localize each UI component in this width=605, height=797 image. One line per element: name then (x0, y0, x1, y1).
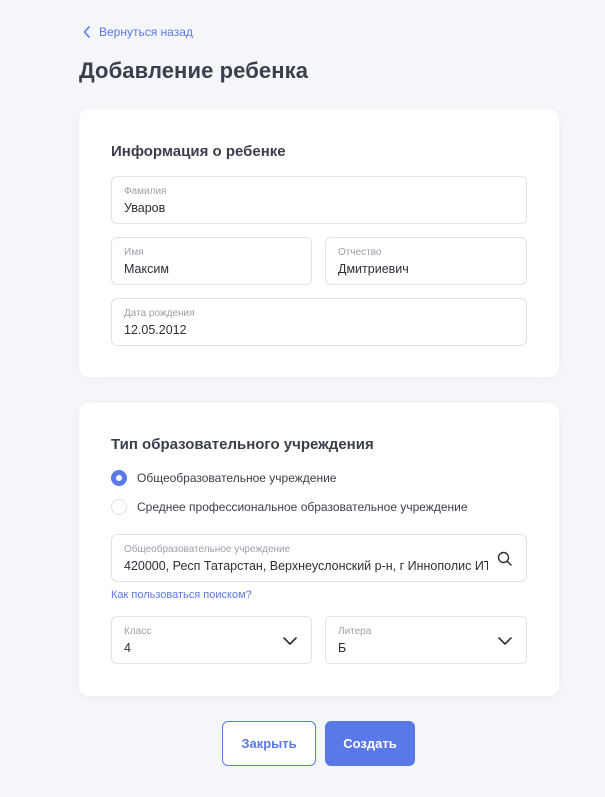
surname-field[interactable]: Фамилия Уваров (111, 176, 527, 224)
name-field[interactable]: Имя Максим (111, 237, 312, 285)
grade-label: Класс (124, 626, 152, 637)
patronymic-field[interactable]: Отчество Дмитриевич (325, 237, 527, 285)
chevron-down-icon (498, 637, 512, 645)
back-link[interactable]: Вернуться назад (83, 25, 193, 39)
patronymic-value: Дмитриевич (338, 262, 409, 276)
birth-date-field[interactable]: Дата рождения 12.05.2012 (111, 298, 527, 346)
grade-select[interactable]: Класс 4 (111, 616, 312, 664)
surname-label: Фамилия (124, 186, 167, 197)
back-link-label: Вернуться назад (99, 25, 193, 39)
radio-vocational-education-label: Среднее профессиональное образовательное… (137, 500, 468, 514)
institution-search-label: Общеобразовательное учреждение (124, 544, 291, 555)
search-help-link[interactable]: Как пользоваться поиском? (111, 589, 252, 601)
letter-select[interactable]: Литера Б (325, 616, 527, 664)
chevron-down-icon (283, 637, 297, 645)
radio-general-education-label: Общеобразовательное учреждение (137, 471, 337, 485)
name-value: Максим (124, 262, 169, 276)
birth-date-value: 12.05.2012 (124, 323, 187, 337)
radio-general-education[interactable]: Общеобразовательное учреждение (111, 470, 336, 486)
chevron-left-icon (83, 26, 90, 38)
page-title: Добавление ребенка (79, 58, 309, 83)
name-label: Имя (124, 247, 144, 258)
grade-value: 4 (124, 641, 131, 655)
radio-selected-icon (111, 470, 127, 486)
surname-value: Уваров (124, 201, 166, 215)
letter-value: Б (338, 641, 347, 655)
institution-search-value: 420000, Респ Татарстан, Верхнеуслонский … (124, 559, 488, 573)
child-info-title: Информация о ребенке (111, 143, 286, 160)
search-icon[interactable] (496, 550, 514, 568)
child-info-card: Информация о ребенке Фамилия Уваров Имя … (79, 109, 559, 377)
radio-vocational-education[interactable]: Среднее профессиональное образовательное… (111, 499, 468, 515)
create-button[interactable]: Создать (325, 721, 415, 766)
institution-search-field[interactable]: Общеобразовательное учреждение 420000, Р… (111, 534, 527, 582)
institution-title: Тип образовательного учреждения (111, 436, 374, 453)
close-button[interactable]: Закрыть (222, 721, 316, 766)
letter-label: Литера (338, 626, 372, 637)
birth-date-label: Дата рождения (124, 308, 195, 319)
patronymic-label: Отчество (338, 247, 382, 258)
institution-card: Тип образовательного учреждения Общеобра… (79, 403, 559, 696)
radio-unselected-icon (111, 499, 127, 515)
